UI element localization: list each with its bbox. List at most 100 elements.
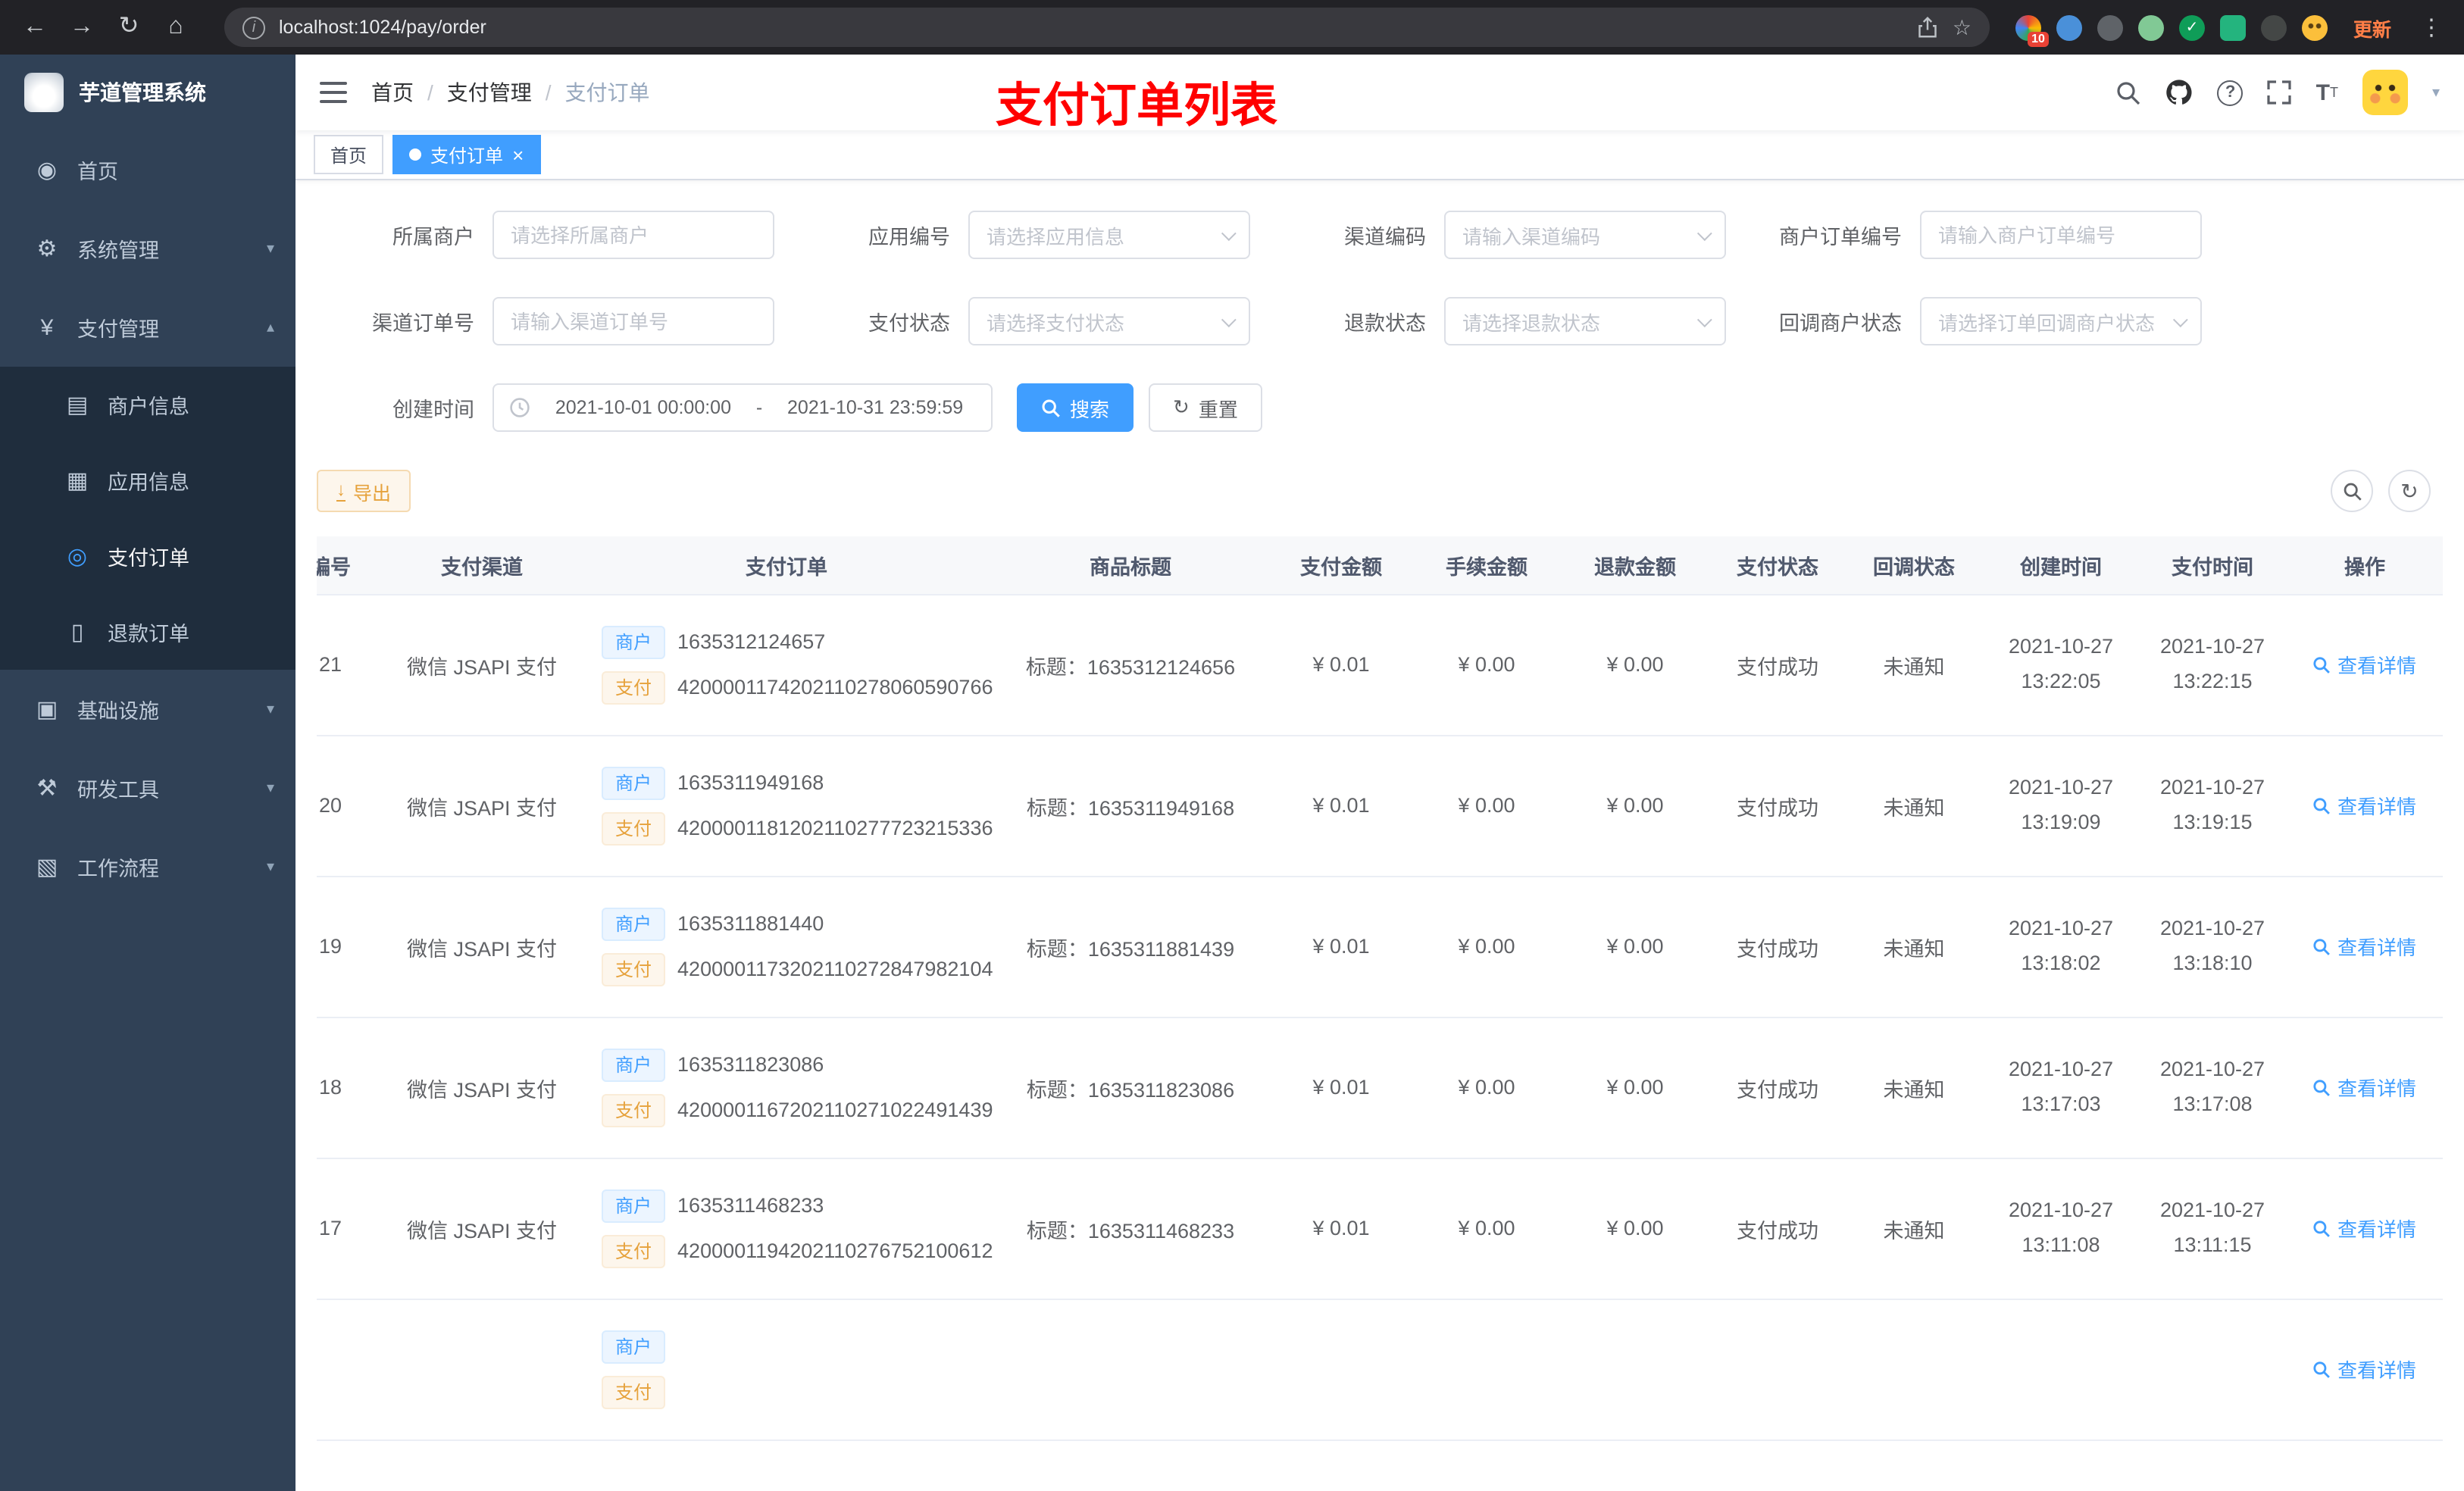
- chevron-down-icon: [1696, 225, 1712, 241]
- extension-icon[interactable]: [2137, 14, 2164, 40]
- profile-avatar-icon[interactable]: [2301, 14, 2328, 40]
- notify-status-select[interactable]: 请选择订单回调商户状态: [1920, 297, 2202, 345]
- app-logo-row[interactable]: 芋道管理系统: [0, 55, 295, 130]
- sidebar-item-devtools[interactable]: ⚒ 研发工具 ▾: [0, 749, 295, 827]
- column-header: 商品标题: [993, 536, 1268, 595]
- tab-pay-order[interactable]: 支付订单 ×: [392, 135, 541, 174]
- channel-order-no-input[interactable]: [492, 297, 774, 345]
- user-avatar[interactable]: [2362, 70, 2408, 115]
- extension-icon[interactable]: [2219, 14, 2246, 40]
- fee-amount-cell: ¥ 0.00: [1414, 876, 1559, 1017]
- search-icon: [2314, 1361, 2331, 1377]
- export-button[interactable]: ↓ 导出: [317, 470, 411, 512]
- refund-amount-cell: ¥ 0.00: [1559, 876, 1711, 1017]
- extension-icon[interactable]: ✓: [2178, 14, 2205, 40]
- sidebar-item-app-info[interactable]: ▦ 应用信息: [0, 442, 295, 518]
- column-header: 支付状态: [1711, 536, 1844, 595]
- user-menu-caret-icon[interactable]: ▾: [2432, 84, 2440, 101]
- browser-update-button[interactable]: 更新: [2341, 8, 2403, 46]
- pay-status-cell: 支付成功: [1711, 735, 1844, 877]
- channel-code-select[interactable]: 请输入渠道编码: [1444, 211, 1726, 259]
- merchant-tag: 商户: [602, 1189, 666, 1222]
- product-title-cell: 标题：1635311823086: [993, 1017, 1268, 1158]
- sidebar: 芋道管理系统 ◉ 首页 ⚙ 系统管理 ▾ ¥ 支付管理 ▴ ▤ 商户信息 ▦ 应…: [0, 55, 295, 1491]
- toggle-search-button[interactable]: [2331, 470, 2373, 512]
- extension-icon[interactable]: [2260, 14, 2287, 40]
- view-detail-link[interactable]: 查看详情: [2313, 791, 2416, 820]
- url-bar[interactable]: i localhost:1024/pay/order ☆: [224, 8, 1990, 47]
- breadcrumb-payment[interactable]: 支付管理: [447, 77, 532, 108]
- close-tab-icon[interactable]: ×: [512, 145, 524, 164]
- sidebar-item-system[interactable]: ⚙ 系统管理 ▾: [0, 209, 295, 288]
- home-icon[interactable]: ⌂: [159, 14, 192, 39]
- filter-create-time: 创建时间 2021-10-01 00:00:00 - 2021-10-31 23…: [347, 383, 993, 432]
- pay-channel-cell: 微信 JSAPI 支付: [383, 594, 580, 736]
- merchant-select-input[interactable]: [492, 211, 774, 259]
- refund-status-select[interactable]: 请选择退款状态: [1444, 297, 1726, 345]
- view-detail-link[interactable]: 查看详情: [2313, 932, 2416, 961]
- pay-tag: 支付: [602, 1093, 666, 1127]
- search-icon[interactable]: [2116, 80, 2142, 105]
- action-cell: 查看详情: [2287, 594, 2443, 736]
- sidebar-item-workflow[interactable]: ▧ 工作流程 ▾: [0, 827, 295, 906]
- view-detail-link[interactable]: 查看详情: [2313, 1355, 2416, 1383]
- pay-order-cell: 商户 1635312124657 支付 42000011742021102780…: [580, 594, 993, 736]
- view-detail-link[interactable]: 查看详情: [2313, 650, 2416, 679]
- sidebar-item-home[interactable]: ◉ 首页: [0, 130, 295, 209]
- bookmark-star-icon[interactable]: ☆: [1953, 14, 1972, 40]
- product-title-cell: 标题：1635311468233: [993, 1158, 1268, 1299]
- share-icon[interactable]: [1918, 17, 1939, 38]
- pay-amount-cell: ¥ 0.01: [1268, 876, 1414, 1017]
- pay-amount-cell: ¥ 0.01: [1268, 735, 1414, 877]
- sidebar-item-merchant-info[interactable]: ▤ 商户信息: [0, 367, 295, 442]
- table-row: 20 微信 JSAPI 支付 商户 1635311949168 支付 42000…: [317, 735, 2443, 877]
- back-icon[interactable]: ←: [18, 14, 52, 39]
- sidebar-item-payment[interactable]: ¥ 支付管理 ▴: [0, 288, 295, 367]
- view-detail-link[interactable]: 查看详情: [2313, 1073, 2416, 1102]
- help-icon[interactable]: ?: [2217, 80, 2244, 105]
- notify-status-cell: 未通知: [1844, 876, 1984, 1017]
- extension-icon[interactable]: [2056, 14, 2082, 40]
- view-detail-link[interactable]: 查看详情: [2313, 1214, 2416, 1242]
- browser-menu-icon[interactable]: ⋮: [2417, 14, 2446, 41]
- merchant-tag: 商户: [602, 625, 666, 658]
- refund-amount-cell: ¥ 0.00: [1559, 735, 1711, 877]
- app-id-select[interactable]: 请选择应用信息: [968, 211, 1250, 259]
- topbar: 首页 / 支付管理 / 支付订单 ? T T ▾: [295, 55, 2464, 130]
- hamburger-icon[interactable]: [320, 80, 347, 105]
- sidebar-item-pay-order[interactable]: ◎ 支付订单: [0, 518, 295, 594]
- pay-amount-cell: ¥ 0.01: [1268, 594, 1414, 736]
- reset-button[interactable]: ↻ 重置: [1149, 383, 1262, 432]
- fee-amount-cell: ¥ 0.00: [1414, 1158, 1559, 1299]
- column-header: 操作: [2287, 536, 2443, 595]
- refresh-button[interactable]: ↻: [2388, 470, 2431, 512]
- breadcrumb-current: 支付订单: [564, 80, 650, 105]
- search-button[interactable]: 搜索: [1017, 383, 1134, 432]
- info-icon[interactable]: i: [242, 16, 265, 39]
- text-size-icon[interactable]: TT: [2316, 80, 2338, 105]
- github-icon[interactable]: [2166, 79, 2194, 106]
- table-row: 21 微信 JSAPI 支付 商户 1635312124657 支付 42000…: [317, 594, 2443, 736]
- product-title-cell: 标题：1635311949168: [993, 735, 1268, 877]
- fullscreen-icon[interactable]: [2267, 80, 2292, 105]
- field-label: 创建时间: [392, 399, 474, 421]
- date-end: 2021-10-31 23:59:59: [787, 397, 964, 418]
- app-title: 芋道管理系统: [79, 80, 206, 105]
- extension-bar: 10 ✓: [2015, 14, 2328, 46]
- chevron-down-icon: [1696, 311, 1712, 327]
- extension-icon[interactable]: 10: [2015, 14, 2049, 46]
- forward-icon[interactable]: →: [65, 14, 98, 39]
- sidebar-item-refund-order[interactable]: ▯ 退款订单: [0, 594, 295, 670]
- tab-home[interactable]: 首页: [314, 135, 384, 174]
- reload-icon[interactable]: ↻: [112, 14, 145, 39]
- breadcrumb-home[interactable]: 首页: [371, 77, 414, 108]
- refresh-icon: ↻: [2400, 478, 2419, 502]
- action-cell: 查看详情: [2287, 876, 2443, 1017]
- merchant-order-no-input[interactable]: [1920, 211, 2202, 259]
- pay-status-select[interactable]: 请选择支付状态: [968, 297, 1250, 345]
- order-id-cell: 17: [317, 1158, 383, 1299]
- field-label: 应用编号: [868, 226, 950, 248]
- extension-icon[interactable]: [2097, 14, 2123, 40]
- sidebar-item-infra[interactable]: ▣ 基础设施 ▾: [0, 670, 295, 749]
- date-range-picker[interactable]: 2021-10-01 00:00:00 - 2021-10-31 23:59:5…: [492, 383, 993, 432]
